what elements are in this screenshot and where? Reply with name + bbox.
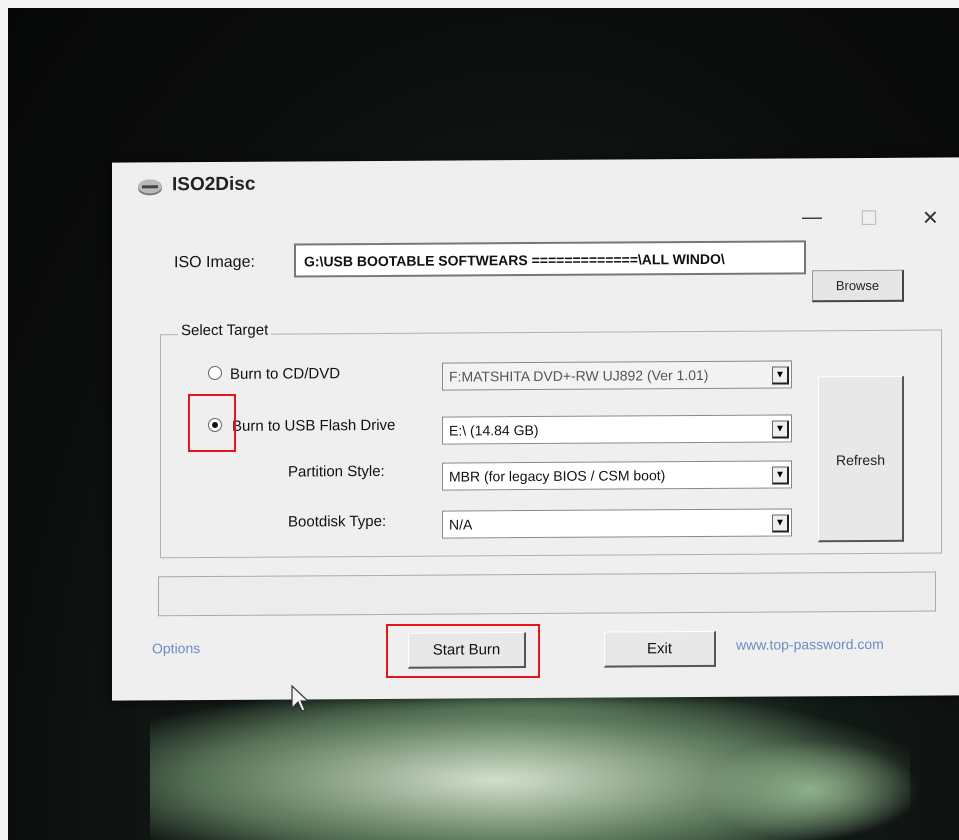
iso2disc-window: ISO2Disc — ☐ ✕ ISO Image: G:\USB BOOTABL… bbox=[112, 157, 959, 701]
burn-cd-label[interactable]: Burn to CD/DVD bbox=[230, 365, 340, 383]
bootdisk-type-label: Bootdisk Type: bbox=[288, 512, 387, 531]
partition-style-label: Partition Style: bbox=[288, 462, 385, 481]
burn-usb-label[interactable]: Burn to USB Flash Drive bbox=[232, 417, 395, 435]
refresh-button[interactable]: Refresh bbox=[818, 375, 904, 543]
close-button[interactable]: ✕ bbox=[922, 206, 939, 231]
iso-image-label: ISO Image: bbox=[174, 253, 255, 272]
photo-border-top bbox=[0, 0, 959, 8]
minimize-button[interactable]: — bbox=[802, 206, 822, 229]
chevron-down-icon[interactable]: ▼ bbox=[772, 514, 789, 533]
bootdisk-type-select[interactable]: N/A bbox=[442, 508, 792, 539]
desktop-wallpaper-leaf-secondary bbox=[700, 740, 920, 840]
chevron-down-icon[interactable]: ▼ bbox=[772, 366, 789, 385]
mouse-cursor-icon bbox=[290, 684, 310, 714]
chevron-down-icon[interactable]: ▼ bbox=[772, 420, 789, 439]
exit-button[interactable]: Exit bbox=[604, 630, 716, 668]
photo-border-left bbox=[0, 0, 8, 840]
usb-drive-select[interactable]: E:\ (14.84 GB) bbox=[442, 414, 792, 445]
chevron-down-icon[interactable]: ▼ bbox=[772, 466, 789, 485]
partition-style-select[interactable]: MBR (for legacy BIOS / CSM boot) bbox=[442, 460, 792, 491]
progress-bar bbox=[158, 571, 936, 617]
website-link[interactable]: www.top-password.com bbox=[736, 636, 884, 653]
drive-icon bbox=[136, 176, 164, 196]
maximize-button[interactable]: ☐ bbox=[860, 206, 878, 231]
title-bar[interactable]: ISO2Disc — ☐ ✕ bbox=[112, 157, 959, 238]
window-title: ISO2Disc bbox=[172, 173, 256, 196]
options-link[interactable]: Options bbox=[152, 640, 200, 656]
select-target-label: Select Target bbox=[178, 321, 272, 340]
usb-radio-highlight bbox=[188, 394, 236, 452]
browse-button[interactable]: Browse bbox=[812, 269, 904, 303]
iso-image-path-field[interactable]: G:\USB BOOTABLE SOFTWEARS =============\… bbox=[294, 240, 806, 278]
cd-drive-select[interactable]: F:MATSHITA DVD+-RW UJ892 (Ver 1.01) bbox=[442, 360, 792, 391]
start-burn-highlight bbox=[386, 624, 540, 678]
burn-cd-radio[interactable] bbox=[208, 365, 222, 381]
